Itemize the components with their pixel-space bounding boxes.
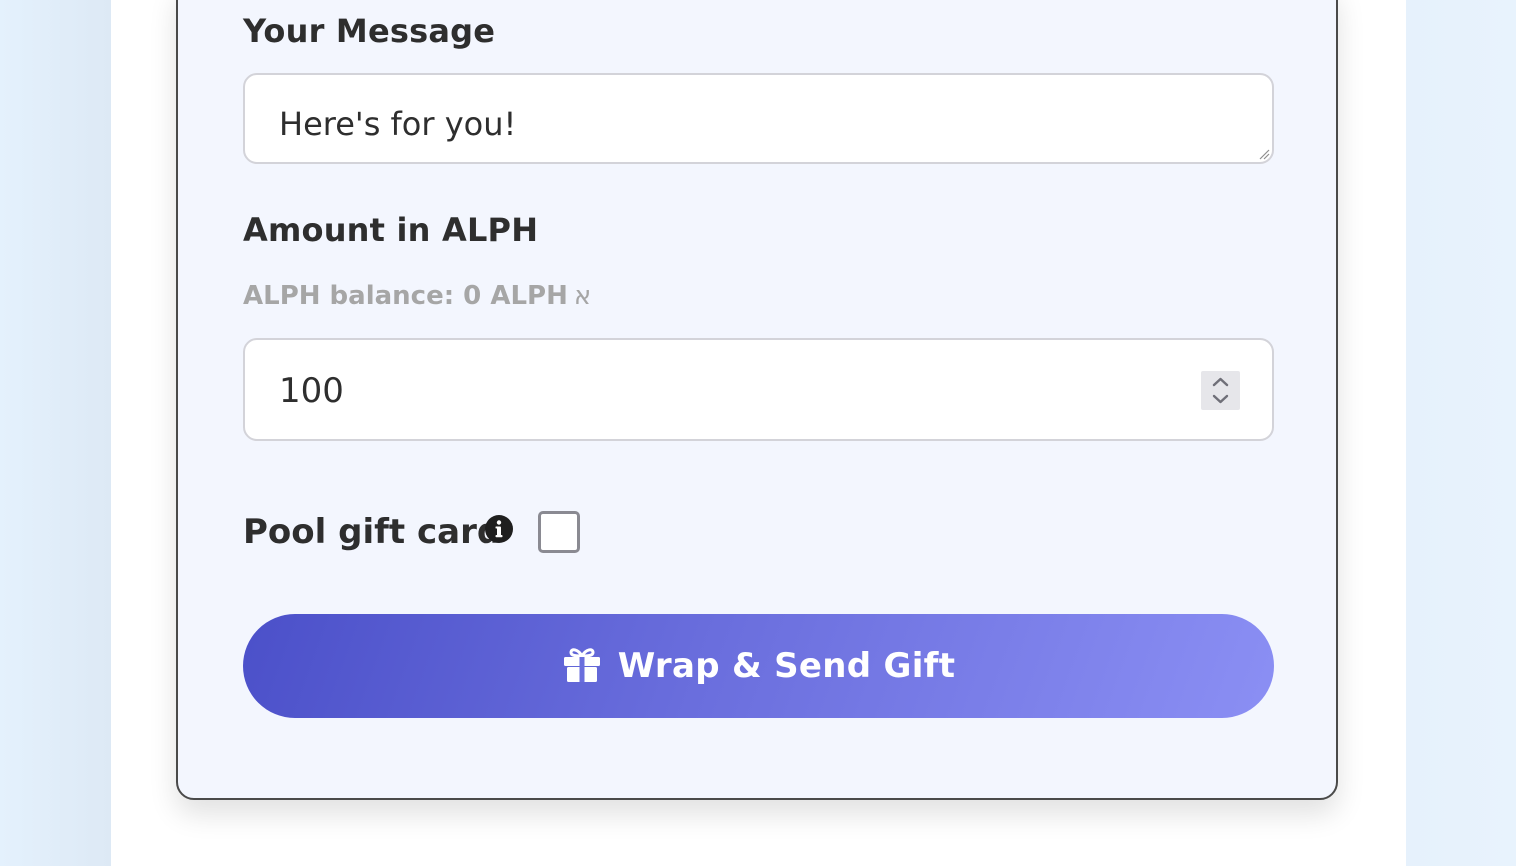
number-stepper-icon[interactable] [1201, 371, 1240, 410]
message-textarea[interactable]: Here's for you! [243, 73, 1274, 164]
balance-text: ALPH balance: 0 ALPH א [243, 281, 591, 311]
message-value[interactable]: Here's for you! [279, 105, 516, 143]
resize-grip-icon[interactable] [1258, 148, 1270, 160]
amount-value[interactable]: 100 [279, 371, 344, 411]
alph-symbol: א [573, 281, 592, 311]
amount-label: Amount in ALPH [243, 211, 539, 249]
wrap-send-gift-label: Wrap & Send Gift [617, 646, 956, 686]
number-stepper[interactable] [1201, 371, 1240, 410]
pool-gift-card-checkbox[interactable] [538, 511, 580, 553]
wrap-send-gift-button[interactable]: Wrap & Send Gift [243, 614, 1274, 718]
balance-value: ALPH balance: 0 ALPH [243, 281, 568, 311]
info-icon[interactable] [484, 514, 514, 544]
gift-icon [563, 648, 600, 682]
pool-gift-card-label: Pool gift card [243, 512, 502, 552]
amount-input[interactable]: 100 [243, 338, 1274, 441]
message-label: Your Message [243, 12, 496, 50]
